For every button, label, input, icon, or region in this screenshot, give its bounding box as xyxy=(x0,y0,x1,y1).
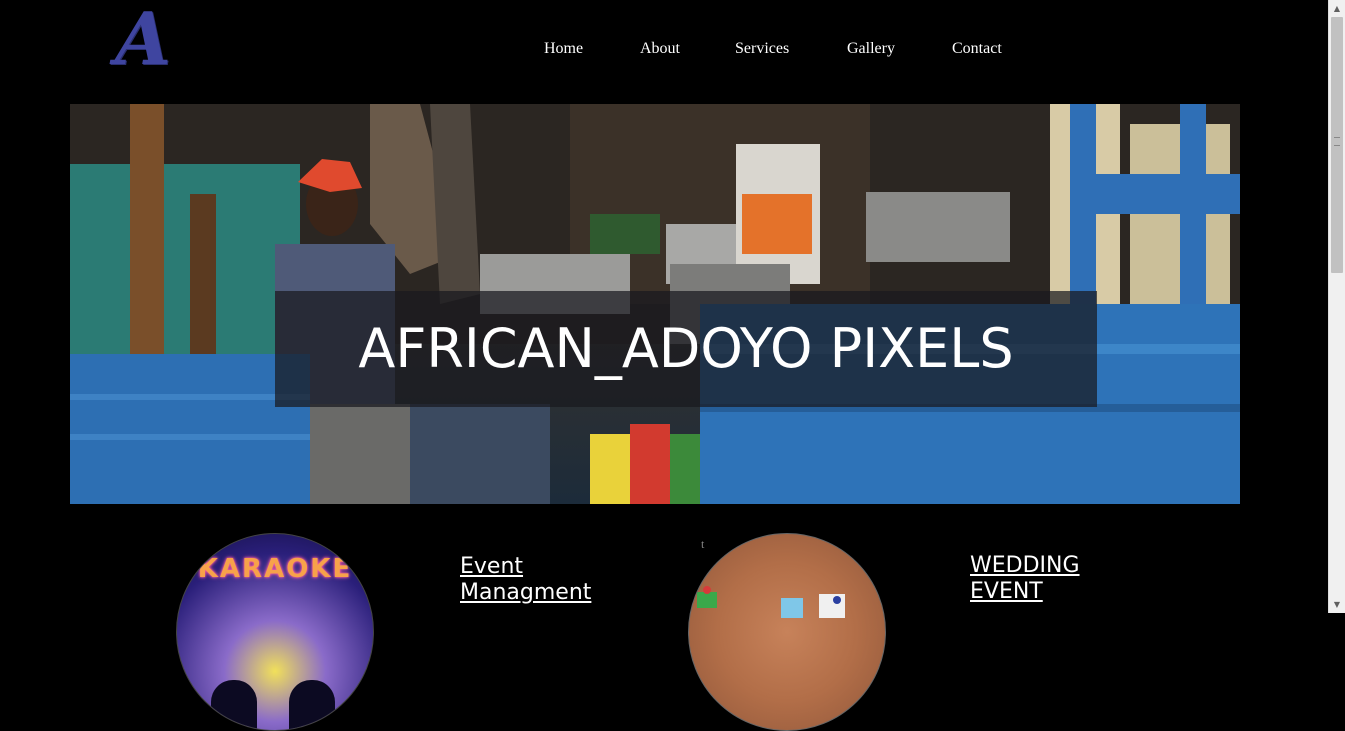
hero-image: AFRICAN_ADOYO PIXELS xyxy=(70,104,1240,504)
wedding-event-link[interactable]: WEDDING EVENT xyxy=(970,553,1120,605)
pushpin-icon xyxy=(833,596,841,604)
pin-note xyxy=(819,594,845,618)
singer-silhouette xyxy=(211,680,257,730)
karaoke-service-image[interactable]: KARAOKE xyxy=(176,533,374,731)
wedding-event-line2: EVENT xyxy=(970,579,1043,604)
pushpin-icon xyxy=(703,586,711,594)
singer-silhouette xyxy=(289,680,335,730)
grip-icon xyxy=(1334,137,1340,146)
nav-services[interactable]: Services xyxy=(735,38,789,60)
event-management-line1: Event xyxy=(460,554,524,579)
karaoke-label: KARAOKE xyxy=(197,554,353,584)
hero-title: AFRICAN_ADOYO PIXELS xyxy=(358,317,1014,380)
nav-gallery[interactable]: Gallery xyxy=(847,38,895,60)
vertical-scrollbar[interactable]: ▲ ▼ xyxy=(1328,0,1345,613)
site-logo[interactable]: A xyxy=(108,0,178,78)
nav-contact[interactable]: Contact xyxy=(952,38,1002,60)
wedding-event-line1: WEDDING xyxy=(970,553,1080,578)
nav-about[interactable]: About xyxy=(640,38,680,60)
pin-note xyxy=(697,592,717,608)
hero-title-banner: AFRICAN_ADOYO PIXELS xyxy=(275,291,1097,407)
event-management-link[interactable]: Event Managment xyxy=(460,554,610,606)
pin-note xyxy=(781,598,803,618)
scroll-thumb[interactable] xyxy=(1331,17,1343,273)
scroll-down-icon[interactable]: ▼ xyxy=(1329,596,1345,613)
stray-text: t xyxy=(701,537,705,551)
nav-home[interactable]: Home xyxy=(544,38,583,60)
scroll-up-icon[interactable]: ▲ xyxy=(1329,0,1345,17)
event-management-line2: Managment xyxy=(460,580,592,605)
corkboard-service-image[interactable] xyxy=(688,533,886,731)
